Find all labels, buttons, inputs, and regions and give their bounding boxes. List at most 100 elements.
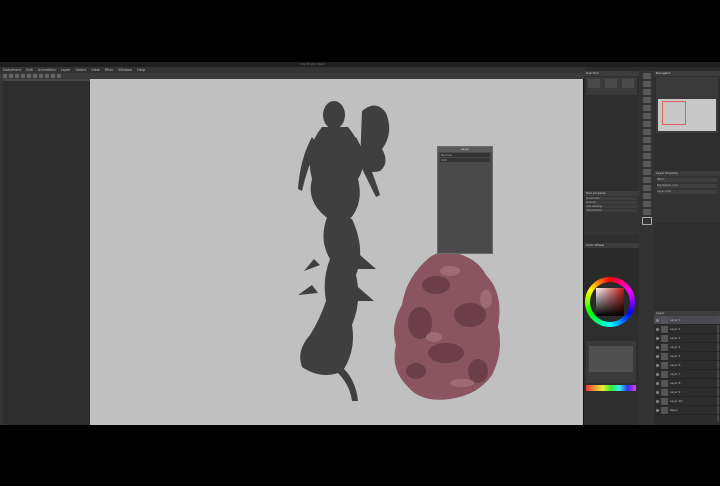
layer-thumbnail [661,316,668,324]
layer-thumbnail [661,352,668,360]
layer-row[interactable]: Paper [654,406,720,415]
layer-name: Layer 9 [670,390,681,394]
tool-property-row[interactable]: Opacity [586,201,637,204]
layer-thumbnail [661,397,668,405]
layer-row[interactable]: Layer 6 [654,361,720,370]
pencil-icon[interactable] [642,121,651,127]
layer-row[interactable]: Layer 3 [654,334,720,343]
eyedropper-icon[interactable] [642,105,651,111]
move-icon[interactable] [642,73,651,79]
redo-icon[interactable] [27,74,31,78]
color-wheel[interactable] [585,277,635,327]
blend-icon[interactable] [642,161,651,167]
decoration-icon[interactable] [642,145,651,151]
drawing-canvas[interactable]: Layer Normal 100 [90,79,583,425]
eye-icon[interactable] [656,372,659,376]
color-preview[interactable] [589,346,633,372]
new-file-icon[interactable] [3,74,7,78]
eye-icon[interactable] [656,336,659,340]
layer-row[interactable]: Layer 5 [654,352,720,361]
brush-icon[interactable] [642,129,651,135]
airbrush-icon[interactable] [642,137,651,143]
fill-icon[interactable] [642,169,651,175]
layer-property-panel: Layer Property Effect Expression color L… [654,171,720,223]
layer-thumbnail [661,325,668,333]
layer-row[interactable]: Layer 1 [654,316,720,325]
transform-icon[interactable] [45,74,49,78]
tool-property-row[interactable]: Brush Size [586,197,637,200]
eye-icon[interactable] [656,327,659,331]
deselect-icon[interactable] [51,74,55,78]
layer-thumbnail [661,379,668,387]
floating-layer-window[interactable]: Layer Normal 100 [437,146,493,254]
tool-palette [639,71,654,425]
eye-icon[interactable] [656,354,659,358]
flesh-blob [394,251,500,400]
pen-icon[interactable] [605,79,617,88]
zoom-icon[interactable] [642,81,651,87]
eraser-icon[interactable] [622,79,634,88]
layer-thumbnail [661,334,668,342]
undo-icon[interactable] [21,74,25,78]
layer-row[interactable]: Layer 10 [654,397,720,406]
navigator-panel[interactable] [656,77,718,133]
layer-name: Layer 4 [670,345,681,349]
eye-icon[interactable] [656,345,659,349]
sub-tool-tab[interactable]: Sub Tool [584,71,639,76]
main-color-icon[interactable] [641,217,652,225]
layer-thumbnail [661,343,668,351]
navigator-viewport[interactable] [662,101,686,125]
eye-icon[interactable] [656,390,659,394]
eraser-icon[interactable] [642,153,651,159]
color-wheel-tab[interactable]: Color Wheel [584,243,639,248]
correct-line-icon[interactable] [642,209,651,215]
layer-row[interactable]: Layer 7 [654,370,720,379]
gradient-icon[interactable] [642,177,651,183]
layer-row[interactable]: Layer 9 [654,388,720,397]
blend-mode-field[interactable]: Normal [440,153,490,157]
balloon-icon[interactable] [642,201,651,207]
tool-property-panel: Tool property Brush Size Opacity Anti-al… [584,191,639,235]
layer-name: Layer 1 [670,318,681,322]
brush-icon[interactable] [588,79,600,88]
color-palette[interactable] [586,385,636,391]
eye-icon[interactable] [656,408,659,412]
saturation-value-square[interactable] [596,288,624,316]
eye-icon[interactable] [656,399,659,403]
snap-icon[interactable] [57,74,61,78]
layer-thumbnail [661,406,668,414]
layer-property-tab[interactable]: Layer Property [654,171,720,176]
layer-row[interactable]: Layer 4 [654,343,720,352]
eye-icon[interactable] [656,318,659,322]
eye-icon[interactable] [656,381,659,385]
layer-property-row[interactable]: Effect [657,178,717,182]
open-icon[interactable] [9,74,13,78]
layer-row[interactable]: Layer 8 [654,379,720,388]
layer-name: Layer 5 [670,354,681,358]
tool-property-row[interactable]: Anti-aliasing [586,205,637,208]
layer-name: Paper [670,408,678,412]
layer-property-row[interactable]: Expression color [657,184,717,188]
layer-thumbnail [661,361,668,369]
text-icon[interactable] [642,193,651,199]
layer-name: Layer 6 [670,363,681,367]
select-icon[interactable] [642,89,651,95]
artwork [298,101,500,401]
layer-property-row[interactable]: Layer color [657,190,717,194]
clear-icon[interactable] [33,74,37,78]
save-icon[interactable] [15,74,19,78]
opacity-field[interactable]: 100 [440,158,490,162]
figure-icon[interactable] [642,185,651,191]
navigator-tab[interactable]: Navigator [654,71,720,76]
pen-icon[interactable] [642,113,651,119]
floating-window-title: Layer [438,147,492,152]
left-panel [3,81,89,425]
layer-row[interactable]: Layer 2 [654,325,720,334]
tool-property-tab[interactable]: Tool property [584,191,639,196]
lasso-icon[interactable] [642,97,651,103]
eye-icon[interactable] [656,363,659,367]
fill-icon[interactable] [39,74,43,78]
layer-name: Layer 8 [670,381,681,385]
tool-property-row[interactable]: Stabilization [586,209,637,212]
sub-tool-panel [586,77,637,95]
